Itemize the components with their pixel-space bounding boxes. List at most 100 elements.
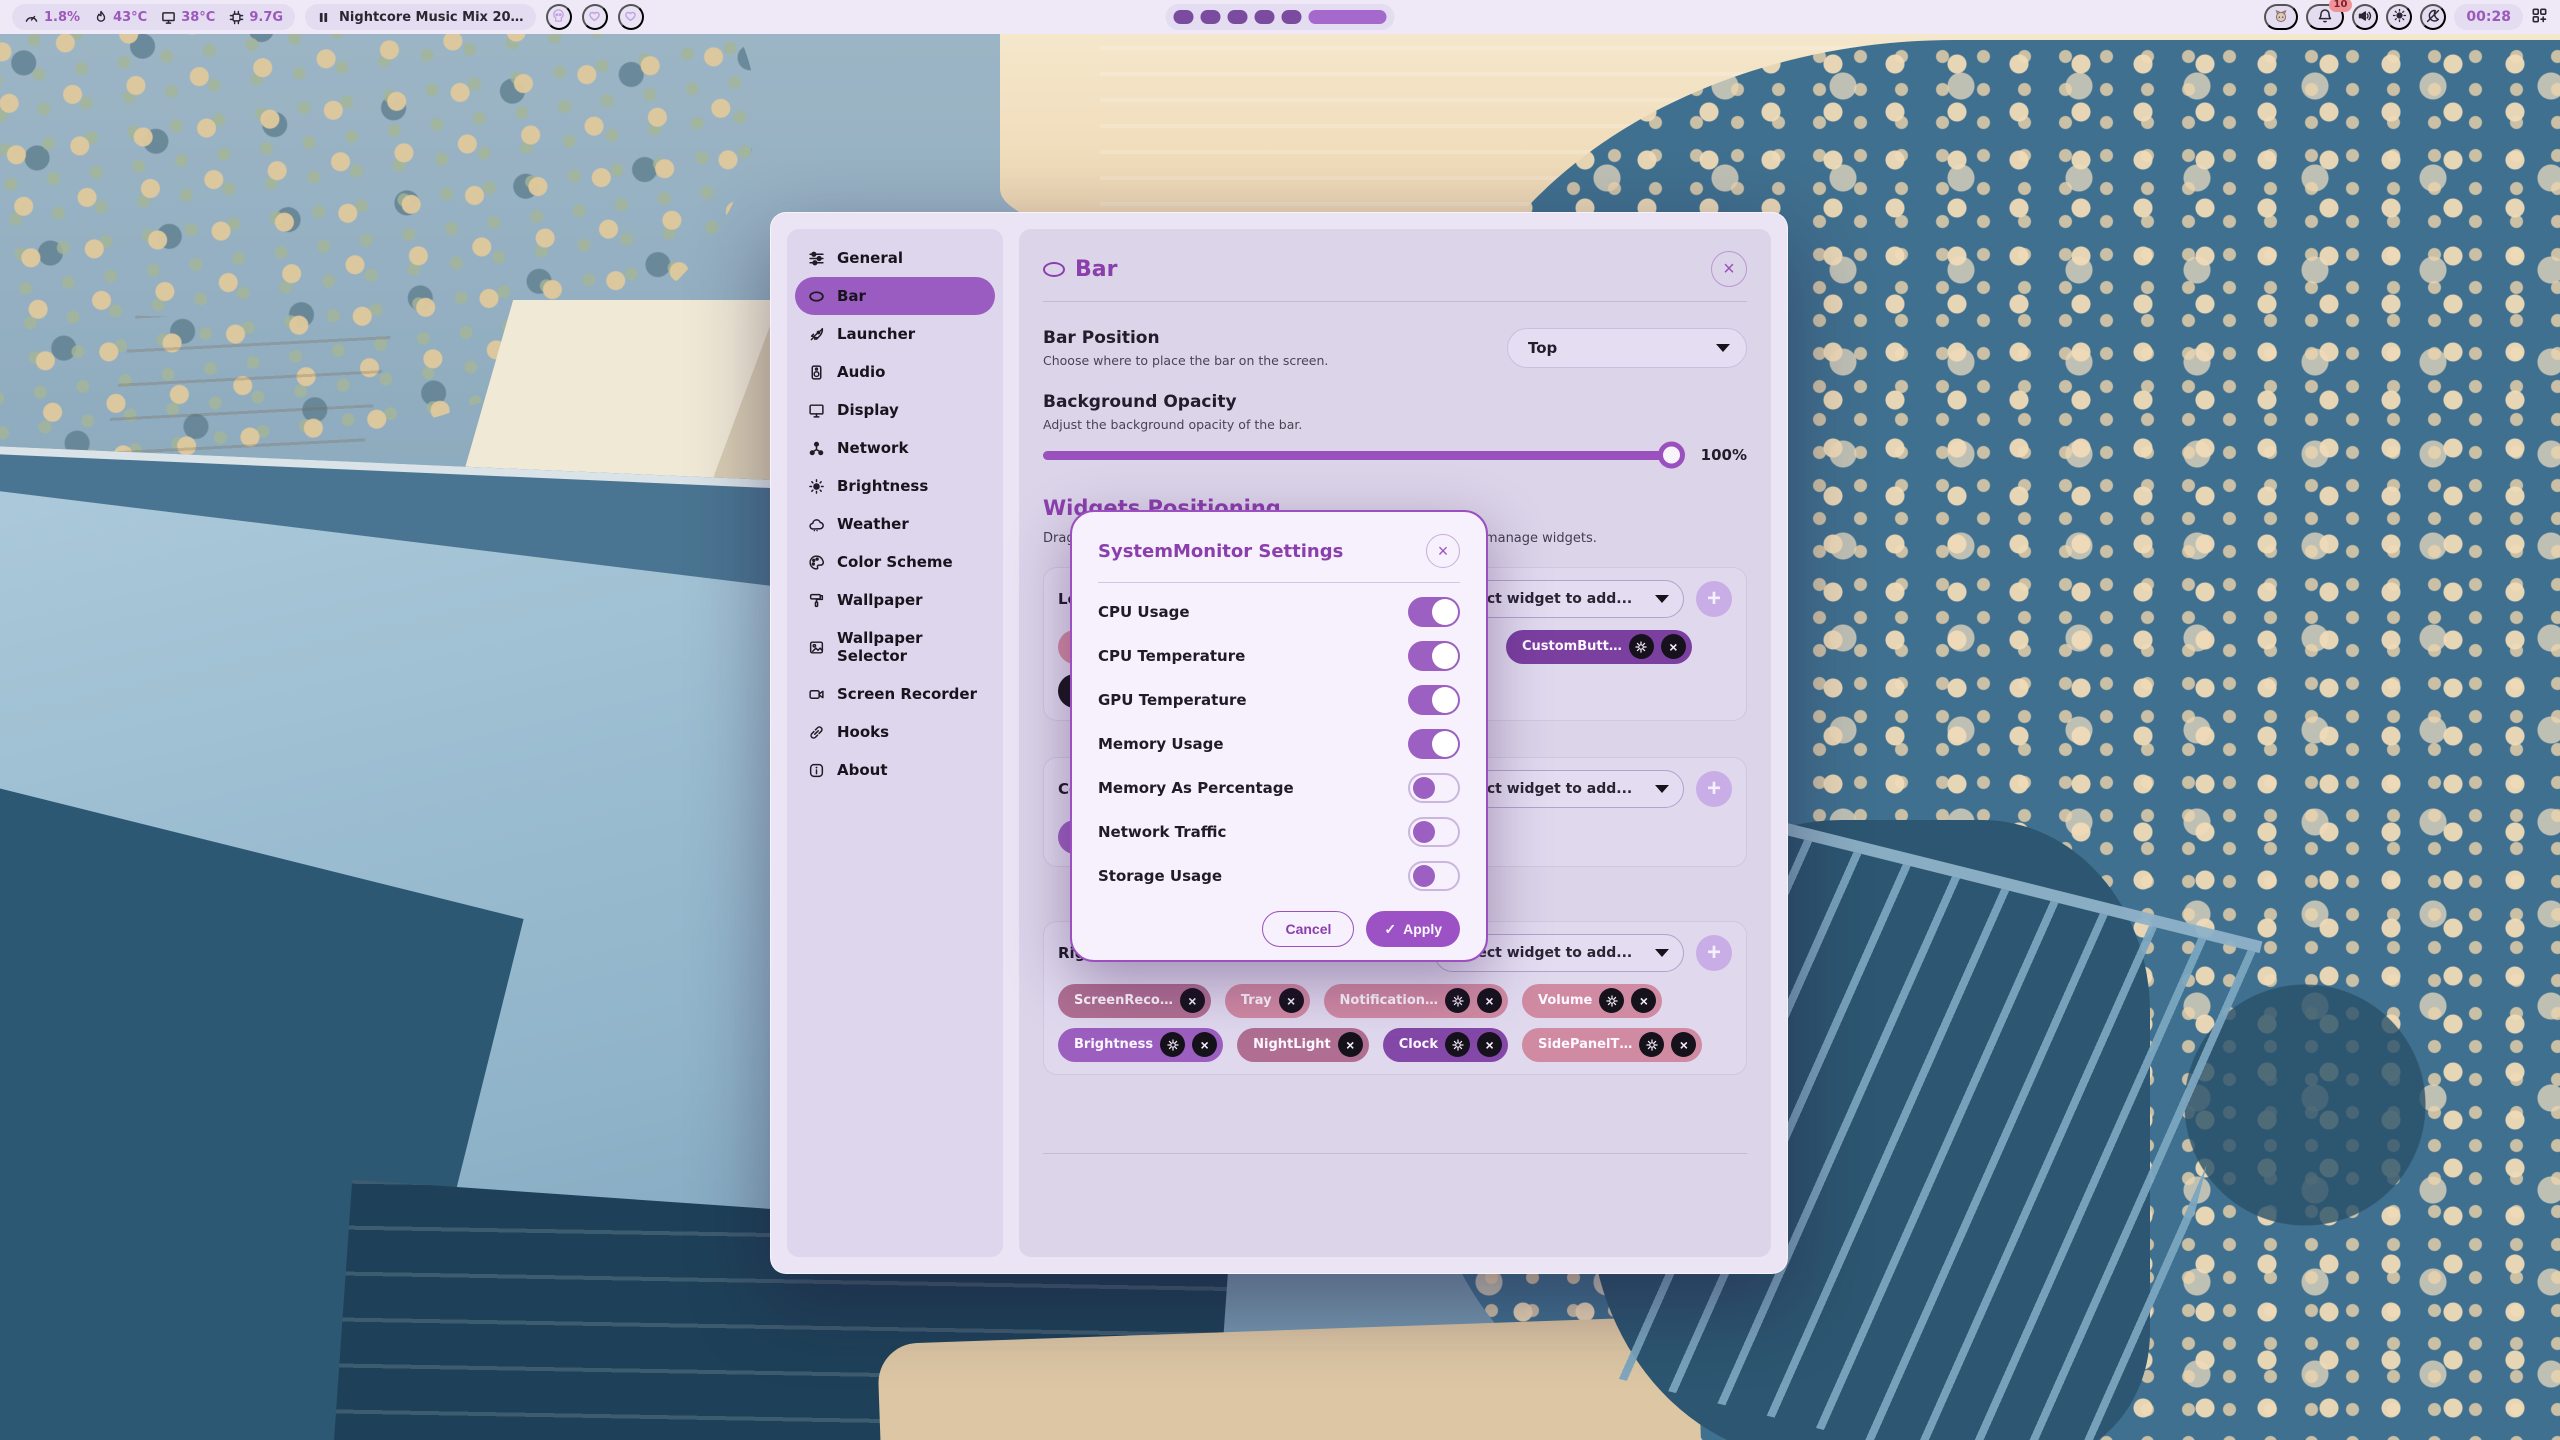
close-icon[interactable]: × — [1661, 634, 1686, 659]
workspace-active[interactable] — [1309, 10, 1387, 24]
heart-icon — [623, 8, 638, 26]
network-traffic-toggle[interactable] — [1408, 817, 1460, 847]
gpu-temp-stat: 38°C — [161, 10, 215, 25]
gear-icon[interactable] — [1445, 988, 1470, 1013]
sidebar-item-launcher[interactable]: Launcher — [795, 315, 995, 353]
gear-icon[interactable] — [1639, 1032, 1664, 1057]
right-widgets-chips: ScreenReco… × Tray × Notification… × — [1058, 984, 1732, 1062]
panel-close-button[interactable]: × — [1711, 251, 1747, 287]
toggle-row-storage-usage: Storage Usage — [1098, 861, 1460, 891]
sidebar-item-brightness[interactable]: Brightness — [795, 467, 995, 505]
chip-label: Tray — [1241, 993, 1272, 1008]
close-icon[interactable]: × — [1180, 988, 1205, 1013]
close-icon[interactable]: × — [1338, 1032, 1363, 1057]
sidebar-item-label: Brightness — [837, 477, 928, 495]
widget-chip-screenrecorder[interactable]: ScreenReco… × — [1058, 984, 1211, 1018]
cancel-button[interactable]: Cancel — [1262, 911, 1354, 947]
gear-icon[interactable] — [1599, 988, 1624, 1013]
cpu-usage-stat: 1.8% — [24, 10, 80, 25]
chevron-down-icon — [1655, 949, 1669, 957]
widget-chip-notification[interactable]: Notification… × — [1324, 984, 1508, 1018]
sidebar-item-wallpaper-selector[interactable]: Wallpaper Selector — [795, 619, 995, 675]
modal-close-button[interactable]: × — [1426, 534, 1460, 568]
widget-chip-clock[interactable]: Clock × — [1383, 1028, 1508, 1062]
widget-chip-custombutton[interactable]: CustomButt… × — [1506, 630, 1692, 664]
workspace-dot[interactable] — [1174, 10, 1194, 24]
opacity-slider-handle[interactable] — [1658, 442, 1685, 469]
bar-position-dropdown[interactable]: Top — [1507, 328, 1747, 368]
notifications-button-wrap: 10 — [2306, 4, 2344, 30]
close-icon[interactable]: × — [1477, 988, 1502, 1013]
media-player-pill[interactable]: Nightcore Music Mix 20… — [305, 4, 536, 30]
system-stats-pill[interactable]: 1.8% 43°C 38°C — [12, 4, 295, 30]
close-icon[interactable]: × — [1671, 1032, 1696, 1057]
cpu-usage-toggle[interactable] — [1408, 597, 1460, 627]
memory-stat: 9.7G — [229, 10, 283, 25]
widget-chip-volume[interactable]: Volume × — [1522, 984, 1662, 1018]
tray-app-button[interactable] — [2264, 4, 2298, 30]
gear-icon[interactable] — [1160, 1032, 1185, 1057]
close-icon[interactable]: × — [1477, 1032, 1502, 1057]
toggle-label: CPU Temperature — [1098, 647, 1245, 665]
widget-chip-brightness[interactable]: Brightness × — [1058, 1028, 1223, 1062]
toggle-row-network-traffic: Network Traffic — [1098, 817, 1460, 847]
workspace-dot[interactable] — [1201, 10, 1221, 24]
widget-chip-nightlight[interactable]: NightLight × — [1237, 1028, 1369, 1062]
memory-as-percentage-toggle[interactable] — [1408, 773, 1460, 803]
dashboard-button[interactable] — [2531, 7, 2548, 27]
sidebar-item-network[interactable]: Network — [795, 429, 995, 467]
sidebar-item-label: Network — [837, 439, 908, 457]
workspace-dot[interactable] — [1282, 10, 1302, 24]
sidebar-item-about[interactable]: About — [795, 751, 995, 789]
sidebar-item-hooks[interactable]: Hooks — [795, 713, 995, 751]
widget-chip-sidepanel[interactable]: SidePanelT… × — [1522, 1028, 1702, 1062]
widget-chip-tray[interactable]: Tray × — [1225, 984, 1310, 1018]
chip-icon — [229, 10, 244, 25]
sidebar-item-color-scheme[interactable]: Color Scheme — [795, 543, 995, 581]
close-icon[interactable]: × — [1192, 1032, 1217, 1057]
sidebar-item-screen-recorder[interactable]: Screen Recorder — [795, 675, 995, 713]
sun-icon — [2392, 8, 2407, 26]
gpu-temperature-toggle[interactable] — [1408, 685, 1460, 715]
speaker-box-icon — [808, 364, 825, 381]
memory-usage-toggle[interactable] — [1408, 729, 1460, 759]
close-icon: × — [1723, 258, 1735, 281]
chip-row: Brightness × NightLight × Clock × — [1058, 1028, 1732, 1062]
systemmonitor-settings-modal: SystemMonitor Settings × CPU Usage CPU T… — [1070, 510, 1488, 962]
tray-app-icon — [2273, 8, 2289, 27]
sun-icon — [808, 478, 825, 495]
storage-usage-toggle[interactable] — [1408, 861, 1460, 891]
bar-position-row: Bar Position Choose where to place the b… — [1043, 328, 1747, 368]
gear-icon[interactable] — [1445, 1032, 1470, 1057]
close-icon[interactable]: × — [1279, 988, 1304, 1013]
sidebar-item-weather[interactable]: Weather — [795, 505, 995, 543]
sidebar-item-wallpaper[interactable]: Wallpaper — [795, 581, 995, 619]
desktop: 1.8% 43°C 38°C — [0, 0, 2560, 1440]
sidebar-item-general[interactable]: General — [795, 239, 995, 277]
workspace-dot[interactable] — [1255, 10, 1275, 24]
flame-icon — [94, 10, 108, 24]
sidebar-item-display[interactable]: Display — [795, 391, 995, 429]
bar-position-label: Bar Position — [1043, 328, 1328, 348]
skull-icon — [551, 8, 566, 26]
opacity-slider[interactable] — [1043, 451, 1679, 460]
left-add-widget-button[interactable]: + — [1696, 581, 1732, 617]
heart-button[interactable] — [582, 4, 608, 30]
clock-pill[interactable]: 00:28 — [2454, 4, 2523, 30]
brightness-button[interactable] — [2386, 4, 2412, 30]
center-add-widget-button[interactable]: + — [1696, 771, 1732, 807]
cpu-temperature-toggle[interactable] — [1408, 641, 1460, 671]
sidebar-item-audio[interactable]: Audio — [795, 353, 995, 391]
close-icon[interactable]: × — [1631, 988, 1656, 1013]
skull-button[interactable] — [546, 4, 572, 30]
gear-icon[interactable] — [1629, 634, 1654, 659]
bar-position-description: Choose where to place the bar on the scr… — [1043, 353, 1328, 368]
volume-button[interactable] — [2352, 4, 2378, 30]
chip-label: Volume — [1538, 993, 1592, 1008]
right-add-widget-button[interactable]: + — [1696, 935, 1732, 971]
apply-button[interactable]: ✓ Apply — [1366, 911, 1460, 947]
night-light-button[interactable] — [2420, 4, 2446, 30]
heart-button-2[interactable] — [618, 4, 644, 30]
workspace-dot[interactable] — [1228, 10, 1248, 24]
sidebar-item-bar[interactable]: Bar — [795, 277, 995, 315]
